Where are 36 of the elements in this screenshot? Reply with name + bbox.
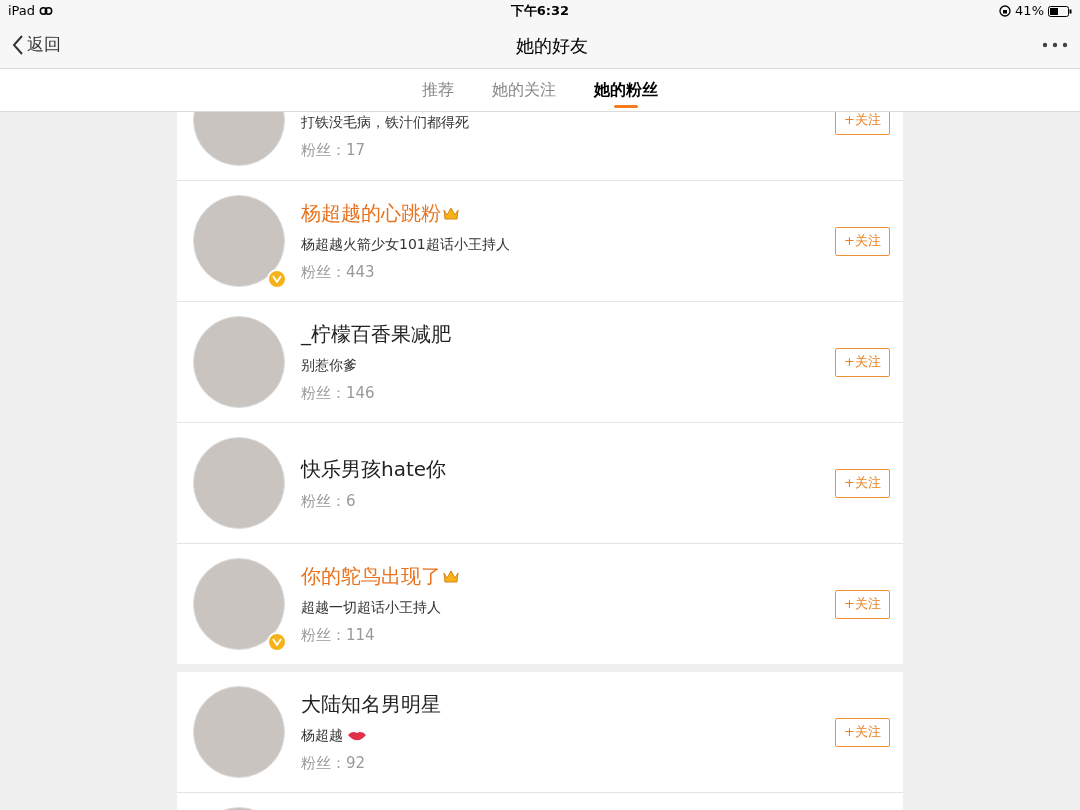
user-name[interactable]: _柠檬百香果减肥: [301, 319, 451, 350]
follow-button[interactable]: +关注: [835, 226, 890, 256]
crown-icon: [443, 206, 459, 221]
fan-count: 粉丝：146: [301, 383, 376, 405]
user-name[interactable]: 快乐男孩hate你: [301, 453, 447, 484]
follow-button[interactable]: +关注: [835, 717, 890, 747]
crown-icon: [443, 569, 459, 584]
follow-button[interactable]: +关注: [835, 468, 890, 498]
fan-count: 粉丝：6: [301, 490, 357, 512]
fan-count: 粉丝：443: [301, 262, 376, 284]
user-name[interactable]: 你的鸵鸟出现了: [301, 561, 441, 592]
chevron-left-icon: [12, 35, 23, 55]
device-name: iPad: [8, 2, 36, 21]
battery-icon: [1048, 5, 1072, 17]
fan-count: 粉丝：92: [301, 753, 367, 775]
user-name[interactable]: 大陆知名男明星: [301, 689, 441, 720]
follow-button[interactable]: +关注: [835, 589, 890, 619]
tab[interactable]: 她的关注: [492, 69, 556, 111]
page-title: 她的好友: [515, 33, 588, 58]
battery-percentage: 41%: [1015, 2, 1044, 21]
user-bio: 打铁没毛病，铁汁们都得死: [301, 113, 469, 133]
rotation-lock-icon: [999, 5, 1012, 17]
back-button[interactable]: 返回: [12, 32, 61, 58]
user-bio: 别惹你爹: [301, 356, 357, 376]
fan-count: 粉丝：114: [301, 625, 376, 647]
tab[interactable]: 推荐: [422, 69, 454, 111]
follow-button[interactable]: +关注: [835, 112, 890, 135]
clock-time: 下午6:32: [510, 2, 570, 21]
tab[interactable]: 她的粉丝: [594, 69, 658, 111]
user-bio: 超越一切超话小王持人: [301, 598, 441, 618]
fan-count: 粉丝：17: [301, 140, 367, 162]
user-name[interactable]: 杨超越的心跳粉: [301, 198, 441, 229]
more-icon[interactable]: [1042, 42, 1068, 48]
follow-button[interactable]: +关注: [835, 347, 890, 377]
user-bio: 杨超越: [301, 726, 343, 746]
user-bio: 杨超越火箭少女101超话小王持人: [301, 235, 510, 255]
